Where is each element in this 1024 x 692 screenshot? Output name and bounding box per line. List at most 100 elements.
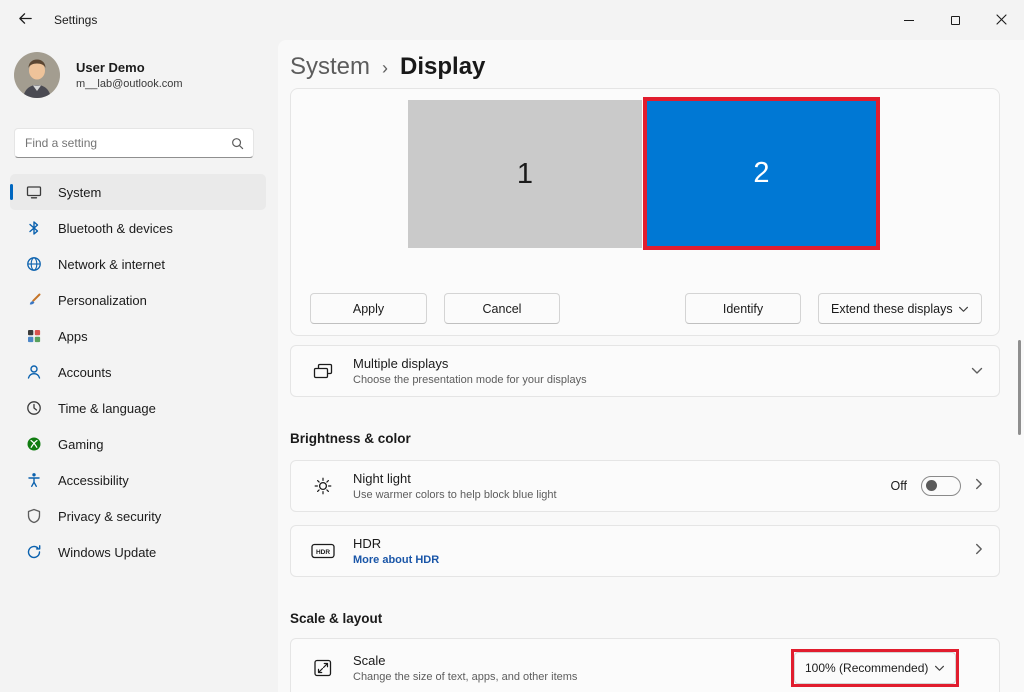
monitor-2-label: 2 [753,157,769,190]
night-light-icon [311,476,335,496]
sidebar-item-label: Windows Update [58,545,156,560]
sidebar-item-label: Network & internet [58,257,165,272]
section-brightness-color: Brightness & color [290,431,411,446]
multiple-displays-row[interactable]: Multiple displays Choose the presentatio… [290,345,1000,397]
titlebar: Settings [0,0,1024,40]
sidebar-item-bluetooth-devices[interactable]: Bluetooth & devices [10,210,266,246]
sidebar-item-label: Gaming [58,437,104,452]
chevron-down-icon [934,661,945,675]
close-icon [996,13,1007,28]
hdr-icon: HDR [311,543,335,559]
sidebar-item-accessibility[interactable]: Accessibility [10,462,266,498]
hdr-more-link[interactable]: More about HDR [353,554,439,566]
sidebar-item-personalization[interactable]: Personalization [10,282,266,318]
network-internet-icon [26,256,42,272]
avatar [14,52,60,98]
sidebar-item-system[interactable]: System [10,174,266,210]
maximize-icon [951,16,960,25]
identify-button[interactable]: Identify [685,293,801,324]
multiple-displays-icon [311,361,335,381]
chevron-down-icon[interactable] [971,362,983,380]
window-title: Settings [54,13,97,27]
scale-dropdown[interactable]: 100% (Recommended) [794,652,956,684]
system-icon [26,184,42,200]
sidebar-item-label: Personalization [58,293,147,308]
minimize-button[interactable] [886,0,932,40]
night-light-row[interactable]: Night light Use warmer colors to help bl… [290,460,1000,512]
scale-subtitle: Change the size of text, apps, and other… [353,671,577,683]
sidebar-item-label: Apps [58,329,88,344]
minimize-icon [904,20,914,21]
sidebar-item-label: Privacy & security [58,509,161,524]
sidebar-item-privacy-security[interactable]: Privacy & security [10,498,266,534]
gaming-icon [26,436,42,452]
sidebar-item-windows-update[interactable]: Windows Update [10,534,266,570]
monitor-2-highlight: 2 [643,97,880,250]
breadcrumb-separator: › [382,56,388,79]
accessibility-icon [26,472,42,488]
scrollbar-thumb[interactable] [1018,340,1021,435]
multiple-displays-subtitle: Choose the presentation mode for your di… [353,374,587,386]
sidebar-item-apps[interactable]: Apps [10,318,266,354]
privacy-security-icon [26,508,42,524]
chevron-down-icon [958,302,969,316]
search-input[interactable] [15,129,221,157]
scrollbar[interactable] [1016,45,1022,687]
time-language-icon [26,400,42,416]
sidebar-item-label: Accounts [58,365,111,380]
windows-update-icon [26,544,42,560]
night-light-title: Night light [353,471,557,486]
monitor-1-label: 1 [517,158,533,191]
close-button[interactable] [978,0,1024,40]
scale-row: Scale Change the size of text, apps, and… [290,638,1000,692]
main-content: System › Display 1 2 Apply Cancel Identi… [278,40,1024,692]
user-name: User Demo [76,60,183,75]
scale-dropdown-highlight: 100% (Recommended) [791,649,959,687]
back-button[interactable] [8,5,42,35]
breadcrumb: System › Display [290,53,485,81]
breadcrumb-system[interactable]: System [290,53,370,81]
scale-title: Scale [353,653,577,668]
sidebar-item-label: Accessibility [58,473,129,488]
cancel-button[interactable]: Cancel [444,293,560,324]
chevron-right-icon[interactable] [975,477,983,495]
back-arrow-icon [18,11,33,29]
maximize-button[interactable] [932,0,978,40]
night-light-toggle-label: Off [891,479,907,493]
multiple-displays-title: Multiple displays [353,356,587,371]
sidebar: User Demo m__lab@outlook.com System Bluet… [0,40,278,692]
user-info: User Demo m__lab@outlook.com [76,60,183,90]
scale-icon [311,658,335,678]
window-controls [886,0,1024,40]
scale-dropdown-value: 100% (Recommended) [805,661,928,675]
night-light-subtitle: Use warmer colors to help block blue lig… [353,489,557,501]
hdr-row[interactable]: HDR HDR More about HDR [290,525,1000,577]
night-light-toggle[interactable] [921,476,961,496]
section-scale-layout: Scale & layout [290,611,382,626]
sidebar-item-label: Bluetooth & devices [58,221,173,236]
sidebar-item-label: Time & language [58,401,156,416]
personalization-icon [26,292,42,308]
sidebar-item-accounts[interactable]: Accounts [10,354,266,390]
user-email: m__lab@outlook.com [76,78,183,90]
apps-icon [26,328,42,344]
sidebar-item-gaming[interactable]: Gaming [10,426,266,462]
search-icon[interactable] [231,137,244,155]
monitor-2[interactable]: 2 [647,101,876,246]
chevron-right-icon[interactable] [975,542,983,560]
extend-displays-label: Extend these displays [831,302,953,316]
settings-window: Settings User De [0,0,1024,692]
monitor-1[interactable]: 1 [408,100,642,248]
search-box [14,128,254,158]
sidebar-item-time-language[interactable]: Time & language [10,390,266,426]
extend-displays-dropdown[interactable]: Extend these displays [818,293,982,324]
sidebar-item-label: System [58,185,101,200]
display-arrangement-card: 1 2 Apply Cancel Identify Extend these d… [290,88,1000,336]
sidebar-item-network-internet[interactable]: Network & internet [10,246,266,282]
accounts-icon [26,364,42,380]
apply-button[interactable]: Apply [310,293,427,324]
page-title: Display [400,53,485,81]
sidebar-nav: System Bluetooth & devices Network & inter… [10,174,266,570]
hdr-title: HDR [353,536,439,551]
user-profile[interactable]: User Demo m__lab@outlook.com [14,52,183,98]
